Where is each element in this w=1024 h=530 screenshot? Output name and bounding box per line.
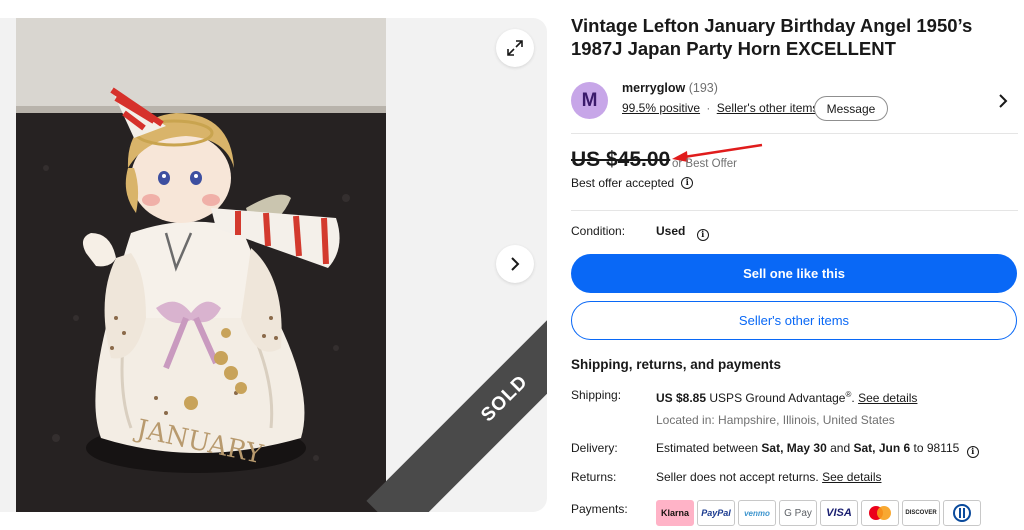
seller-positive-link[interactable]: 99.5% positive (622, 101, 700, 115)
seller-expand-button[interactable] (996, 91, 1010, 111)
seller-feedback-count: (193) (688, 81, 718, 95)
offer-status: Best offer accepted i (571, 176, 694, 190)
or-best-offer: or Best Offer (672, 158, 737, 170)
price: US $45.00 (571, 148, 671, 171)
offer-status-text: Best offer accepted (571, 176, 675, 190)
seller-links: 99.5% positive · Seller's other items (622, 101, 818, 115)
shipping-section-title: Shipping, returns, and payments (571, 357, 782, 372)
info-icon[interactable]: i (681, 177, 694, 189)
diners-club-icon (943, 500, 981, 526)
sellers-other-items-button[interactable]: Seller's other items (571, 301, 1017, 340)
condition-label: Condition: (571, 224, 626, 238)
sell-one-like-this-button[interactable]: Sell one like this (571, 254, 1017, 293)
item-photo[interactable]: JANUARY (16, 18, 386, 512)
condition-text: Used (656, 224, 686, 238)
delivery-label: Delivery: (571, 441, 618, 455)
seller-username[interactable]: merryglow (622, 81, 685, 95)
delivery-and: and (830, 441, 851, 455)
figurine-image: JANUARY (16, 18, 386, 512)
visa-icon: VISA (820, 500, 858, 526)
listing-title: Vintage Lefton January Birthday Angel 19… (571, 15, 973, 59)
condition-value: Used i (656, 224, 709, 241)
returns-label: Returns: (571, 470, 617, 484)
seller-card[interactable]: M merryglow (193) 99.5% positive · Selle… (571, 72, 1018, 134)
image-gallery: JANUARY SOLD (0, 18, 547, 512)
seller-other-items-link[interactable]: Seller's other items (717, 101, 819, 115)
returns-text: Seller does not accept returns. (656, 470, 819, 484)
payments-label: Payments: (571, 502, 628, 516)
payment-methods: Klarna PayPal venmo G Pay VISA DISCOVER (656, 500, 981, 526)
discover-icon: DISCOVER (902, 500, 940, 526)
mastercard-icon (861, 500, 899, 526)
sold-banner: SOLD (366, 260, 547, 512)
avatar[interactable]: M (571, 82, 608, 119)
returns-value: Seller does not accept returns. See deta… (656, 470, 881, 484)
sold-label: SOLD (477, 371, 533, 427)
returns-see-details-link[interactable]: See details (822, 470, 881, 484)
google-pay-icon: G Pay (779, 500, 817, 526)
chevron-right-icon (511, 257, 520, 271)
shipping-value: US $8.85 USPS Ground Advantage®. See det… (656, 390, 917, 405)
expand-icon (507, 40, 523, 56)
venmo-icon: venmo (738, 500, 776, 526)
chevron-right-icon (999, 94, 1008, 108)
expand-button[interactable] (496, 29, 534, 67)
shipping-service: USPS Ground Advantage (709, 391, 846, 405)
shipping-see-details-link[interactable]: See details (858, 391, 917, 405)
shipping-label: Shipping: (571, 388, 622, 402)
divider (571, 210, 1018, 211)
located-in: Located in: Hampshire, Illinois, United … (656, 413, 895, 427)
delivery-zip: to 98115 (913, 441, 960, 455)
delivery-start: Sat, May 30 (761, 441, 827, 455)
paypal-icon: PayPal (697, 500, 735, 526)
message-button[interactable]: Message (814, 96, 888, 121)
separator: · (706, 101, 711, 115)
seller-name[interactable]: merryglow (193) (622, 81, 718, 95)
info-icon[interactable]: i (966, 446, 979, 458)
delivery-value: Estimated between Sat, May 30 and Sat, J… (656, 441, 979, 458)
shipping-cost: US $8.85 (656, 391, 707, 405)
delivery-end: Sat, Jun 6 (853, 441, 911, 455)
klarna-icon: Klarna (656, 500, 694, 526)
info-icon[interactable]: i (696, 229, 709, 241)
next-image-button[interactable] (496, 245, 534, 283)
delivery-prefix: Estimated between (656, 441, 759, 455)
